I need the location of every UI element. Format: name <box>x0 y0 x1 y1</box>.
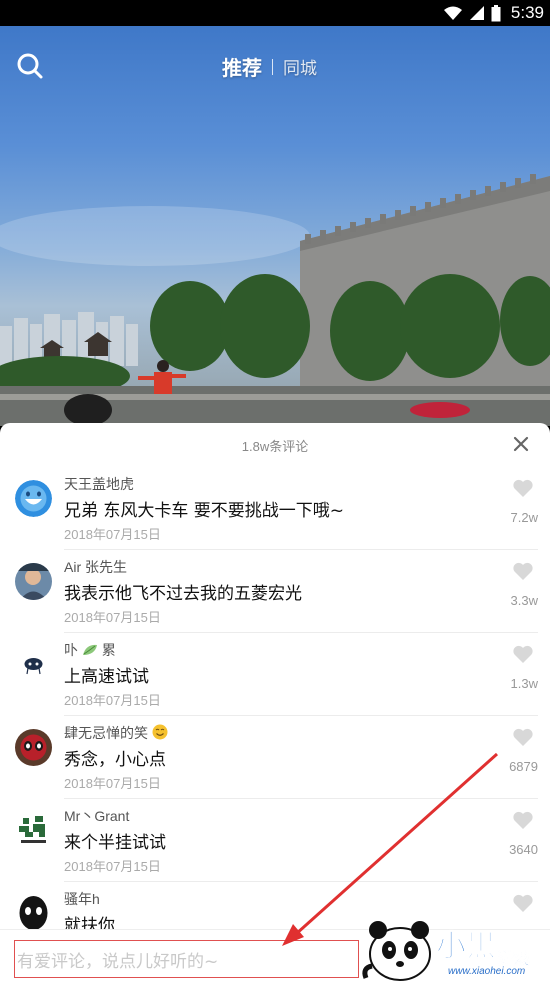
avatar[interactable] <box>15 895 52 932</box>
comment-username[interactable]: 肆无忌惮的笑 <box>64 723 168 743</box>
heart-icon[interactable] <box>512 561 534 581</box>
cartoon-avatar-image <box>24 658 43 675</box>
username-part: 累 <box>101 642 116 658</box>
username-part: 卟 <box>64 642 78 658</box>
smile-emoji-icon <box>152 724 168 740</box>
heart-icon[interactable] <box>512 644 534 664</box>
like-count: 7.2w <box>510 510 538 525</box>
username-part: 肆无忌惮的笑 <box>64 725 148 741</box>
comment-date: 2018年07月15日 <box>64 610 161 625</box>
comment-text: 我表示他飞不过去我的五菱宏光 <box>64 584 302 604</box>
comment-date: 2018年07月15日 <box>64 527 161 542</box>
comment-username[interactable]: 天王盖地虎 <box>64 474 134 494</box>
svg-text:小黑: 小黑 <box>436 929 496 964</box>
heart-icon[interactable] <box>512 810 534 830</box>
comment-item[interactable]: 天王盖地虎 兄弟 东风大卡车 要不要挑战一下哦~ 2018年07月15日 7.2… <box>0 467 550 550</box>
watermark-url: www.xiaohei.com <box>448 966 526 977</box>
wifi-icon <box>443 6 462 20</box>
comment-username[interactable]: Mr丶Grant <box>64 806 129 826</box>
top-nav: 推荐 同城 <box>0 26 550 106</box>
comment-username[interactable]: 卟 累 <box>64 640 116 660</box>
comment-text: 秀念，小心点 <box>64 750 166 770</box>
avatar[interactable] <box>15 812 52 849</box>
deadpool-avatar-image <box>15 729 52 766</box>
leaf-emoji-icon <box>82 644 97 655</box>
avatar[interactable] <box>15 480 52 517</box>
comment-username[interactable]: Air 张先生 <box>64 557 127 577</box>
status-icons: 5:39 <box>443 2 544 24</box>
comment-username[interactable]: 骚年h <box>64 889 100 909</box>
heart-icon[interactable] <box>512 478 534 498</box>
comment-sheet-header: 1.8w条评论 <box>0 423 550 467</box>
comment-item[interactable]: Air 张先生 我表示他飞不过去我的五菱宏光 2018年07月15日 3.3w <box>0 550 550 633</box>
like-count: 6879 <box>509 759 538 774</box>
like-count: 1.3w <box>510 676 538 691</box>
comment-item[interactable]: 卟 累 上高速试试 2018年07月15日 1.3w <box>0 633 550 716</box>
status-time: 5:39 <box>510 3 544 22</box>
dark-face-avatar-image <box>19 896 48 930</box>
avatar[interactable] <box>15 729 52 766</box>
smiley-avatar-image <box>15 480 52 517</box>
comment-count-title: 1.8w条评论 <box>241 439 309 454</box>
comment-text: 上高速试试 <box>64 667 149 687</box>
comment-date: 2018年07月15日 <box>64 776 161 791</box>
comment-date: 2018年07月15日 <box>64 859 161 874</box>
comment-item[interactable]: Mr丶Grant 来个半挂试试 2018年07月15日 3640 <box>0 799 550 882</box>
status-bar: 5:39 <box>0 0 550 26</box>
like-count: 3.3w <box>510 593 538 608</box>
avatar[interactable] <box>15 646 52 683</box>
feed-tabs: 推荐 同城 <box>222 52 317 81</box>
signal-icon <box>469 6 484 20</box>
like-count: 3640 <box>509 842 538 857</box>
comment-text: 来个半挂试试 <box>64 833 166 853</box>
tab-local[interactable]: 同城 <box>283 54 317 79</box>
avatar[interactable] <box>15 563 52 600</box>
photo-avatar-image <box>15 563 52 600</box>
comment-input[interactable]: 有爱评论，说点儿好听的~ <box>14 940 359 978</box>
pixel-avatar-image <box>19 816 46 843</box>
heart-icon[interactable] <box>512 727 534 747</box>
tab-separator <box>272 58 273 75</box>
comment-date: 2018年07月15日 <box>64 693 161 708</box>
comment-sheet: 1.8w条评论 天王盖地虎 兄弟 东风大卡车 要不要挑战一下哦~ 2018年07… <box>0 423 550 986</box>
search-icon[interactable] <box>14 50 44 80</box>
battery-icon <box>491 4 501 21</box>
tab-recommend[interactable]: 推荐 <box>222 52 262 81</box>
close-icon[interactable] <box>510 433 532 455</box>
comment-text: 兄弟 东风大卡车 要不要挑战一下哦~ <box>64 501 345 521</box>
comment-item[interactable]: 肆无忌惮的笑 秀念，小心点 2018年07月15日 6879 <box>0 716 550 799</box>
